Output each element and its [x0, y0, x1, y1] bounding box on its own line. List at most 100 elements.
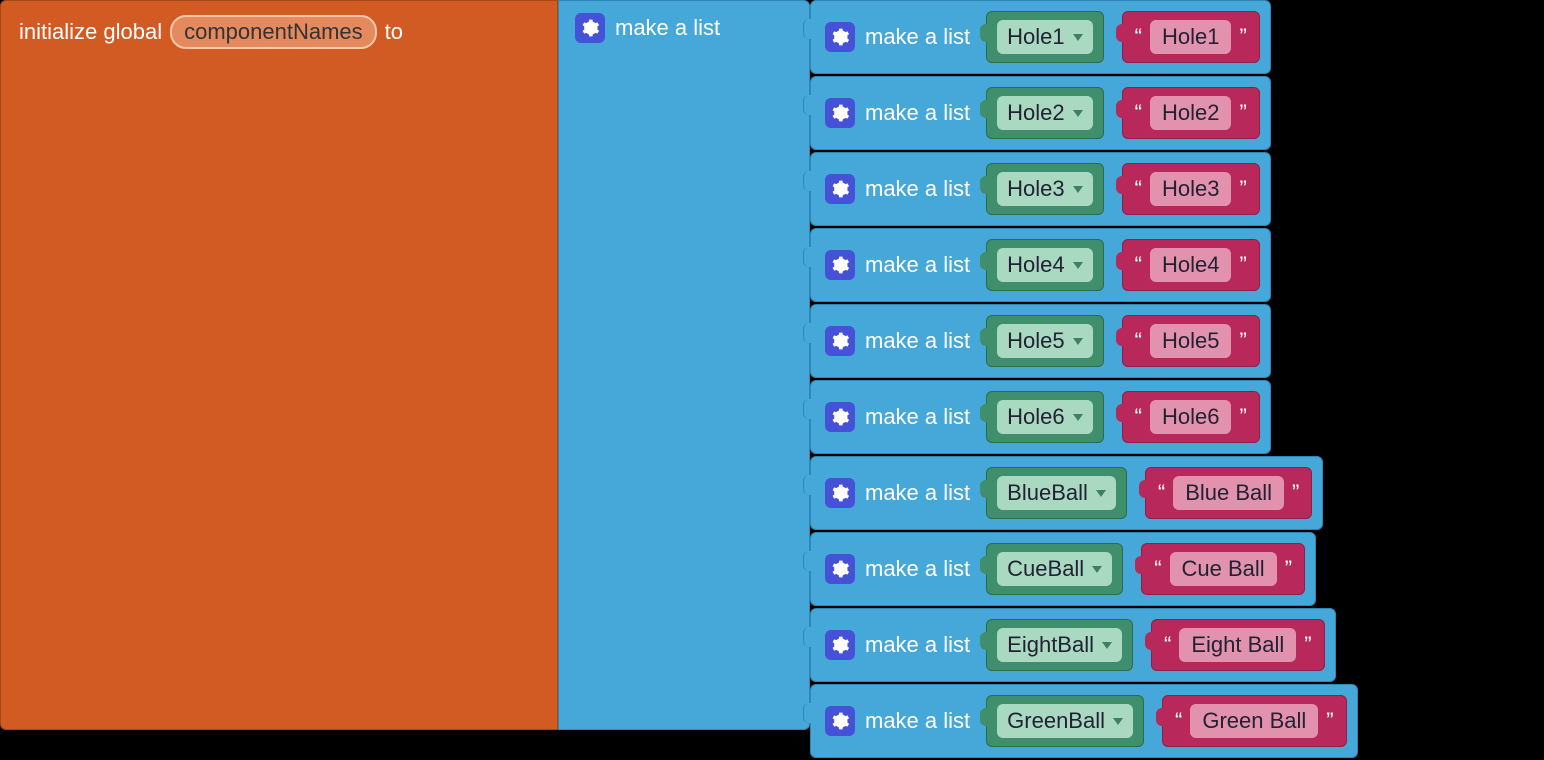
component-block[interactable]: Hole4	[986, 239, 1103, 291]
inner-make-a-list-block[interactable]: make a list CueBall “ Cue Ball ”	[810, 532, 1316, 606]
inner-list-label: make a list	[865, 328, 970, 354]
text-block[interactable]: “Hole6”	[1122, 391, 1260, 443]
component-dropdown[interactable]: Hole2	[997, 96, 1092, 130]
outer-make-a-list-block[interactable]: make a list	[558, 0, 810, 730]
gear-icon[interactable]	[825, 402, 855, 432]
text-value-field[interactable]: Hole2	[1150, 96, 1231, 130]
close-quote: ”	[1285, 556, 1292, 582]
component-name: BlueBall	[1007, 480, 1088, 506]
inner-list-label: make a list	[865, 632, 970, 658]
gear-icon[interactable]	[825, 326, 855, 356]
outer-list-header: make a list	[559, 1, 809, 55]
text-block[interactable]: “Hole4”	[1122, 239, 1260, 291]
text-value-field[interactable]: Hole6	[1150, 400, 1231, 434]
close-quote: ”	[1304, 632, 1311, 658]
component-block[interactable]: EightBall	[986, 619, 1133, 671]
component-dropdown[interactable]: BlueBall	[997, 476, 1116, 510]
component-name: Hole3	[1007, 176, 1064, 202]
component-block[interactable]: Hole3	[986, 163, 1103, 215]
inner-make-a-list-block[interactable]: make a listGreenBall“Green Ball”	[810, 684, 1358, 758]
gear-icon[interactable]	[825, 174, 855, 204]
chevron-down-icon	[1096, 490, 1106, 497]
inner-make-a-list-block[interactable]: make a listHole4“Hole4”	[810, 228, 1271, 302]
list-item: make a listHole2“Hole2”	[810, 76, 1358, 150]
component-block[interactable]: BlueBall	[986, 467, 1127, 519]
gear-icon[interactable]	[825, 22, 855, 52]
text-value-field[interactable]: Cue Ball	[1170, 552, 1277, 586]
inner-make-a-list-block[interactable]: make a listHole6“Hole6”	[810, 380, 1271, 454]
component-block[interactable]: Hole6	[986, 391, 1103, 443]
list-item: make a listHole4“Hole4”	[810, 228, 1358, 302]
list-item: make a list CueBall “ Cue Ball ”	[810, 532, 1358, 606]
text-value-field[interactable]: Hole5	[1150, 324, 1231, 358]
gear-icon[interactable]	[825, 630, 855, 660]
close-quote: ”	[1326, 708, 1333, 734]
component-dropdown[interactable]: Hole5	[997, 324, 1092, 358]
text-block[interactable]: “ Hole5 ”	[1122, 315, 1260, 367]
open-quote: “	[1135, 328, 1142, 354]
gear-icon[interactable]	[825, 554, 855, 584]
text-value-field[interactable]: Hole1	[1150, 20, 1231, 54]
component-name: EightBall	[1007, 632, 1094, 658]
text-value-field[interactable]: Green Ball	[1190, 704, 1318, 738]
inner-list-label: make a list	[865, 556, 970, 582]
init-prefix: initialize global	[19, 19, 162, 45]
close-quote: ”	[1239, 100, 1246, 126]
component-block[interactable]: Hole5	[986, 315, 1103, 367]
component-block[interactable]: Hole2	[986, 87, 1103, 139]
component-dropdown[interactable]: Hole4	[997, 248, 1092, 282]
text-value-field[interactable]: Eight Ball	[1179, 628, 1296, 662]
inner-make-a-list-block[interactable]: make a listHole2“Hole2”	[810, 76, 1271, 150]
close-quote: ”	[1292, 480, 1299, 506]
open-quote: “	[1175, 708, 1182, 734]
text-block[interactable]: “ Hole2 ”	[1122, 87, 1260, 139]
inner-make-a-list-block[interactable]: make a list Hole5 “ Hole5 ”	[810, 304, 1271, 378]
chevron-down-icon	[1073, 110, 1083, 117]
component-block[interactable]: GreenBall	[986, 695, 1144, 747]
text-block[interactable]: “ Cue Ball ”	[1141, 543, 1305, 595]
chevron-down-icon	[1113, 718, 1123, 725]
component-block[interactable]: CueBall	[986, 543, 1123, 595]
inner-make-a-list-block[interactable]: make a listHole1“Hole1”	[810, 0, 1271, 74]
open-quote: “	[1135, 100, 1142, 126]
text-value-field[interactable]: Hole4	[1150, 248, 1231, 282]
text-block[interactable]: “Blue Ball”	[1145, 467, 1313, 519]
chevron-down-icon	[1073, 34, 1083, 41]
close-quote: ”	[1239, 24, 1246, 50]
component-dropdown[interactable]: Hole6	[997, 400, 1092, 434]
gear-icon[interactable]	[825, 250, 855, 280]
text-block[interactable]: “ Eight Ball ”	[1151, 619, 1325, 671]
list-item: make a listHole3“Hole3”	[810, 152, 1358, 226]
inner-make-a-list-block[interactable]: make a listHole3“Hole3”	[810, 152, 1271, 226]
open-quote: “	[1154, 556, 1161, 582]
text-value-field[interactable]: Blue Ball	[1173, 476, 1284, 510]
open-quote: “	[1164, 632, 1171, 658]
component-dropdown[interactable]: EightBall	[997, 628, 1122, 662]
component-block[interactable]: Hole1	[986, 11, 1103, 63]
initialize-global-block[interactable]: initialize global componentNames to	[0, 0, 558, 730]
chevron-down-icon	[1092, 566, 1102, 573]
gear-icon[interactable]	[825, 706, 855, 736]
component-name: Hole5	[1007, 328, 1064, 354]
list-item: make a list Hole5 “ Hole5 ”	[810, 304, 1358, 378]
text-value-field[interactable]: Hole3	[1150, 172, 1231, 206]
component-name: Hole6	[1007, 404, 1064, 430]
variable-name-field[interactable]: componentNames	[170, 15, 377, 49]
close-quote: ”	[1239, 176, 1246, 202]
text-block[interactable]: “Hole3”	[1122, 163, 1260, 215]
gear-icon[interactable]	[825, 98, 855, 128]
text-block[interactable]: “ Green Ball ”	[1162, 695, 1347, 747]
component-dropdown[interactable]: CueBall	[997, 552, 1112, 586]
text-block[interactable]: “Hole1”	[1122, 11, 1260, 63]
inner-make-a-list-block[interactable]: make a listBlueBall“Blue Ball”	[810, 456, 1323, 530]
inner-list-label: make a list	[865, 252, 970, 278]
close-quote: ”	[1239, 328, 1246, 354]
component-dropdown[interactable]: GreenBall	[997, 704, 1133, 738]
component-dropdown[interactable]: Hole3	[997, 172, 1092, 206]
gear-icon[interactable]	[575, 13, 605, 43]
inner-make-a-list-block[interactable]: make a list EightBall “ Eight Ball ”	[810, 608, 1336, 682]
close-quote: ”	[1239, 404, 1246, 430]
component-name: Hole4	[1007, 252, 1064, 278]
gear-icon[interactable]	[825, 478, 855, 508]
component-dropdown[interactable]: Hole1	[997, 20, 1092, 54]
